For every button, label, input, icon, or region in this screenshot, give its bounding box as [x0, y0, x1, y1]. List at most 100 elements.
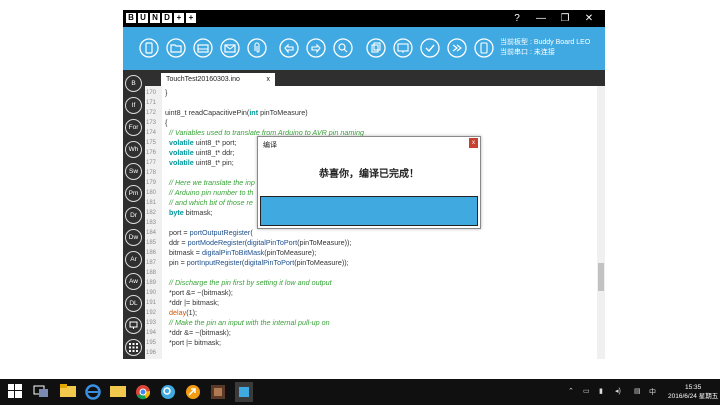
- line-number: 173: [146, 120, 157, 126]
- block-sidebar: B If For Wh Sw Pm Dr Dw Ar Aw DL: [123, 70, 145, 359]
- sidebar-item-analogwrite[interactable]: Aw: [125, 273, 142, 290]
- code-text: port = portOutputRegister(: [165, 228, 253, 237]
- file-explorer-icon[interactable]: [60, 384, 76, 400]
- code-text: delay(1);: [169, 308, 197, 317]
- folder-icon[interactable]: [110, 384, 126, 400]
- search-app-icon[interactable]: [160, 384, 176, 400]
- tab-close-icon[interactable]: x: [267, 73, 271, 86]
- open-folder-icon[interactable]: [164, 36, 188, 60]
- chrome-icon[interactable]: [135, 384, 151, 400]
- sidebar-item-analogread[interactable]: Ar: [125, 251, 142, 268]
- logo-letter: B: [126, 13, 136, 23]
- taskbar: ⌃ ▭ ▮ ◂) ▤ 中 15:35 2016/6/24 星期五: [0, 379, 720, 405]
- line-number: 192: [146, 310, 157, 316]
- line-number: 188: [146, 270, 157, 276]
- line-number: 174: [146, 130, 157, 136]
- line-number: 170: [146, 90, 157, 96]
- logo-letter: +: [174, 13, 184, 23]
- grid-menu-icon[interactable]: [125, 339, 142, 356]
- line-number: 176: [146, 150, 157, 156]
- edge-browser-icon[interactable]: [85, 384, 101, 400]
- serial-monitor-icon[interactable]: [125, 317, 142, 334]
- mail-icon[interactable]: [218, 36, 242, 60]
- code-text: // Discharge the pin first by setting it…: [165, 278, 332, 287]
- search-icon[interactable]: [331, 36, 355, 60]
- tab-file[interactable]: TouchTest20160303.ino x: [161, 73, 275, 86]
- sidebar-item-if[interactable]: If: [125, 97, 142, 114]
- sidebar-item-switch[interactable]: Sw: [125, 163, 142, 180]
- line-number: 185: [146, 240, 157, 246]
- ime-indicator[interactable]: 中: [649, 387, 656, 397]
- sidebar-item-digitalwrite[interactable]: Dw: [125, 229, 142, 246]
- code-text: volatile uint8_t* port;: [169, 138, 237, 147]
- dialog-progress-area: [260, 196, 478, 226]
- check-icon[interactable]: [418, 36, 442, 60]
- clock-time: 15:35: [684, 384, 702, 391]
- undo-icon[interactable]: [277, 36, 301, 60]
- logo-letter: +: [186, 13, 196, 23]
- dialog-message: 恭喜你，编译已完成！: [319, 169, 419, 180]
- board-info: 当前板型 : Buddy Board LEO 当前串口 : 未连接: [500, 38, 590, 58]
- code-text: // Make the pin an input with the intern…: [165, 318, 330, 327]
- dialog-title: 编译: [263, 142, 277, 149]
- line-number: 182: [146, 210, 157, 216]
- arrow-app-icon[interactable]: [185, 384, 201, 400]
- vertical-scrollbar[interactable]: [597, 86, 605, 359]
- attach-icon[interactable]: [245, 36, 269, 60]
- buddy-ide-taskbar-icon[interactable]: [235, 382, 253, 402]
- maximize-button[interactable]: ❐: [553, 11, 577, 26]
- device-icon[interactable]: [472, 36, 496, 60]
- battery-icon[interactable]: ▮: [599, 387, 603, 395]
- code-text: // Here we translate the inp: [165, 178, 255, 187]
- tab-label: TouchTest20160303.ino: [166, 76, 240, 83]
- app-logo: B U N D + +: [126, 13, 196, 23]
- code-text: // Arduino pin number to th: [165, 188, 254, 197]
- help-button[interactable]: ?: [505, 11, 529, 26]
- line-number: 195: [146, 340, 157, 346]
- code-text: volatile uint8_t* ddr;: [169, 148, 235, 157]
- game-app-icon[interactable]: [210, 384, 226, 400]
- line-number: 181: [146, 200, 157, 206]
- code-text: *port &= ~(bitmask);: [165, 288, 233, 297]
- logo-letter: N: [150, 13, 160, 23]
- code-text: *ddr &= ~(bitmask);: [165, 328, 231, 337]
- upload-icon[interactable]: [445, 36, 469, 60]
- windows-start-icon[interactable]: [8, 384, 24, 400]
- line-number: 178: [146, 170, 157, 176]
- code-text: *ddr |= bitmask;: [165, 298, 219, 307]
- minimize-button[interactable]: —: [529, 11, 553, 26]
- line-number: 189: [146, 280, 157, 286]
- action-center-icon[interactable]: ▤: [634, 387, 641, 395]
- scrollbar-thumb[interactable]: [598, 263, 604, 291]
- volume-icon[interactable]: ◂): [615, 387, 621, 395]
- line-number: 179: [146, 180, 157, 186]
- line-number: 194: [146, 330, 157, 336]
- line-number: 197: [146, 358, 163, 359]
- redo-icon[interactable]: [304, 36, 328, 60]
- code-text: // and which bit of those re: [165, 198, 253, 207]
- dialog-close-button[interactable]: x: [469, 138, 478, 148]
- code-text: ddr = portModeRegister(digitalPinToPort(…: [165, 238, 352, 247]
- new-file-icon[interactable]: [137, 36, 161, 60]
- chevron-up-icon[interactable]: ⌃: [568, 387, 574, 395]
- line-number: 193: [146, 320, 157, 326]
- clock-date: 2016/6/24 星期五: [668, 393, 719, 400]
- task-view-icon[interactable]: [33, 384, 49, 400]
- sidebar-item-digitalread[interactable]: Dr: [125, 207, 142, 224]
- line-number: 196: [146, 350, 157, 356]
- line-number: 180: [146, 190, 157, 196]
- sidebar-item-b[interactable]: B: [125, 75, 142, 92]
- system-clock[interactable]: 15:35 2016/6/24 星期五: [668, 383, 718, 401]
- close-button[interactable]: ✕: [577, 11, 601, 26]
- sidebar-item-delay[interactable]: DL: [125, 295, 142, 312]
- line-number: 190: [146, 290, 157, 296]
- network-icon[interactable]: ▭: [583, 387, 590, 395]
- sidebar-item-pinmode[interactable]: Pm: [125, 185, 142, 202]
- compile-dialog: 编译 x 恭喜你，编译已完成！: [257, 136, 481, 229]
- monitor-icon[interactable]: [391, 36, 415, 60]
- save-icon[interactable]: [191, 36, 215, 60]
- sidebar-item-while[interactable]: Wh: [125, 141, 142, 158]
- code-text: }: [165, 88, 168, 97]
- sidebar-item-for[interactable]: For: [125, 119, 142, 136]
- copy-icon[interactable]: [364, 36, 388, 60]
